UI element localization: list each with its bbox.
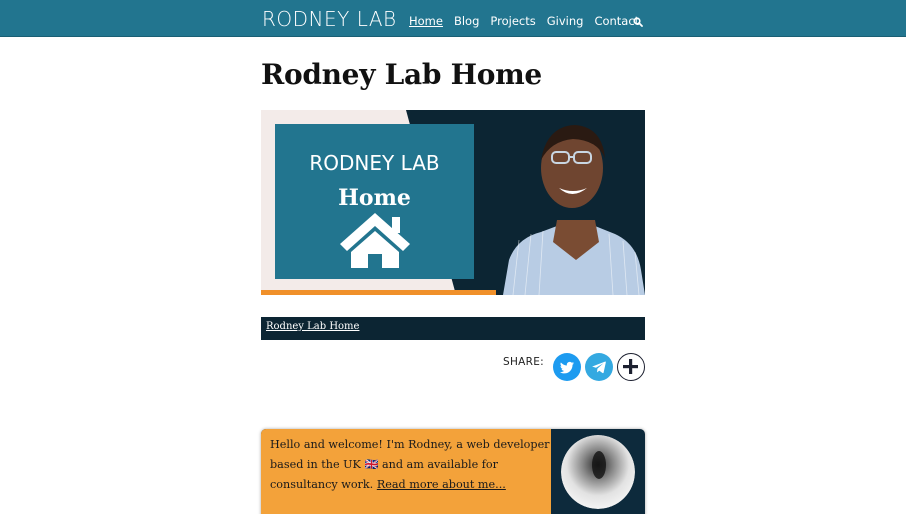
- intro-card: Hello and welcome! I'm Rodney, a web dev…: [261, 429, 645, 514]
- hero-brand-title: RODNEY LAB: [309, 151, 440, 175]
- house-icon: [340, 213, 410, 268]
- share-more-button[interactable]: [617, 353, 645, 381]
- share-label: SHARE:: [503, 356, 545, 368]
- telegram-icon: [591, 361, 606, 374]
- main-nav: Home Blog Projects Giving Contact: [409, 14, 639, 30]
- avatar: [561, 435, 635, 509]
- nav-home[interactable]: Home: [409, 14, 443, 30]
- read-more-link[interactable]: Read more about me...: [377, 478, 506, 491]
- nav-blog[interactable]: Blog: [454, 14, 479, 30]
- page-title: Rodney Lab Home: [261, 58, 542, 91]
- nav-giving[interactable]: Giving: [547, 14, 584, 30]
- twitter-icon: [559, 361, 574, 374]
- author-photo: [503, 125, 645, 295]
- image-caption: Rodney Lab Home: [261, 317, 645, 340]
- search-icon[interactable]: [633, 17, 643, 27]
- plus-icon: [623, 359, 638, 374]
- avatar-image: [561, 435, 635, 509]
- hero-brand-subtitle: Home: [338, 185, 411, 211]
- hero-brand-box: RODNEY LAB Home: [275, 124, 474, 279]
- share-telegram-button[interactable]: [585, 353, 613, 381]
- intro-card-body: Hello and welcome! I'm Rodney, a web dev…: [261, 429, 551, 514]
- caption-link[interactable]: Rodney Lab Home: [266, 321, 359, 332]
- site-header: RODNEY LAB Home Blog Projects Giving Con…: [0, 0, 906, 37]
- hero-image: RODNEY LAB Home: [261, 110, 645, 295]
- site-logo[interactable]: RODNEY LAB: [262, 7, 397, 31]
- share-twitter-button[interactable]: [553, 353, 581, 381]
- nav-projects[interactable]: Projects: [490, 14, 535, 30]
- intro-text: Hello and welcome! I'm Rodney, a web dev…: [270, 435, 550, 495]
